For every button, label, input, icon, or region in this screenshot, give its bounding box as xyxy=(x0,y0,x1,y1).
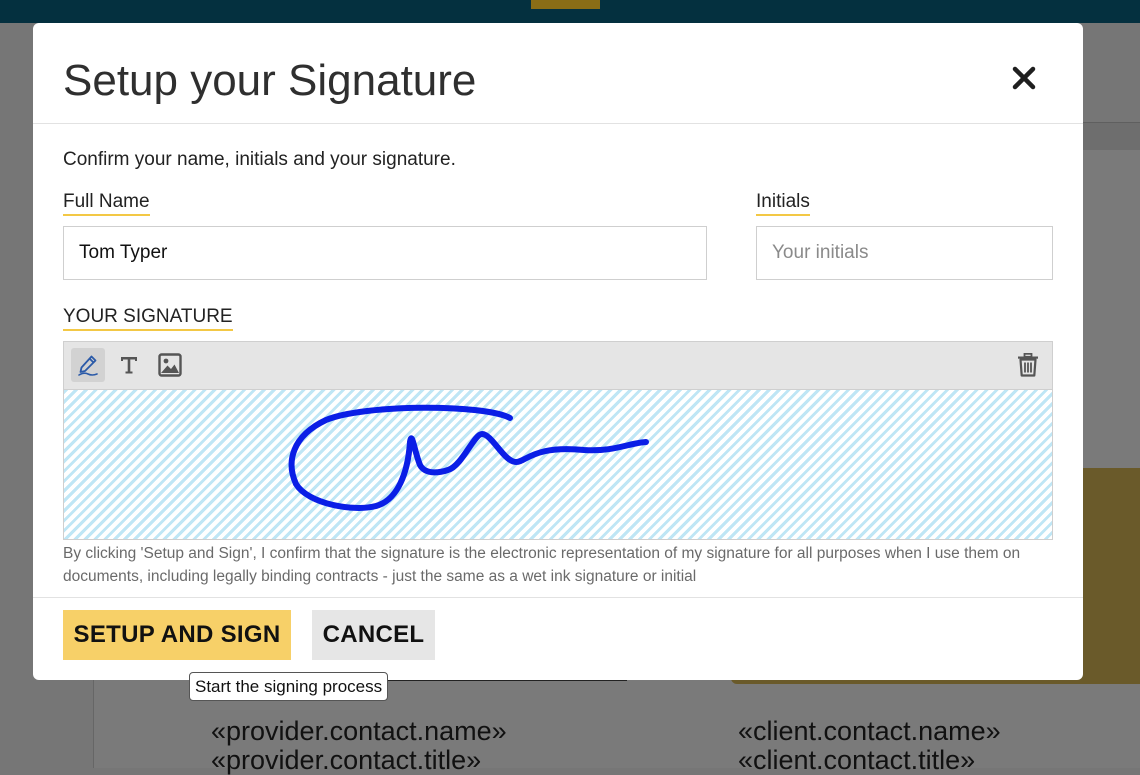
signature-setup-dialog: Setup your Signature Confirm your name, … xyxy=(33,23,1083,680)
client-contact-title: «client.contact.title» xyxy=(738,745,976,775)
close-icon[interactable] xyxy=(1011,65,1037,91)
dialog-header: Setup your Signature xyxy=(33,23,1083,124)
provider-contact-name: «provider.contact.name» xyxy=(211,716,507,746)
signature-canvas[interactable] xyxy=(63,390,1053,540)
draw-icon[interactable] xyxy=(71,348,105,382)
cancel-button[interactable]: CANCEL xyxy=(312,610,435,660)
signature-label: YOUR SIGNATURE xyxy=(63,306,233,331)
initials-label: Initials xyxy=(756,191,810,216)
client-contact-name: «client.contact.name» xyxy=(738,716,1001,746)
image-icon[interactable] xyxy=(153,348,187,382)
background-strip xyxy=(1083,122,1140,151)
top-bar-accent xyxy=(531,0,600,9)
intro-text: Confirm your name, initials and your sig… xyxy=(63,149,456,170)
full-name-input[interactable] xyxy=(63,226,707,280)
dialog-title: Setup your Signature xyxy=(63,56,477,105)
text-icon[interactable] xyxy=(112,348,146,382)
setup-button-tooltip: Start the signing process xyxy=(189,672,389,701)
signature-toolbar xyxy=(63,341,1053,390)
full-name-label: Full Name xyxy=(63,191,150,216)
setup-and-sign-button[interactable]: SETUP AND SIGN xyxy=(63,610,291,660)
signature-stroke xyxy=(288,404,649,511)
provider-contact-title: «provider.contact.title» xyxy=(211,745,482,775)
footer-divider xyxy=(33,597,1083,598)
initials-input[interactable] xyxy=(756,226,1053,280)
signature-disclaimer: By clicking 'Setup and Sign', I confirm … xyxy=(63,545,1021,585)
trash-icon[interactable] xyxy=(1011,348,1045,382)
